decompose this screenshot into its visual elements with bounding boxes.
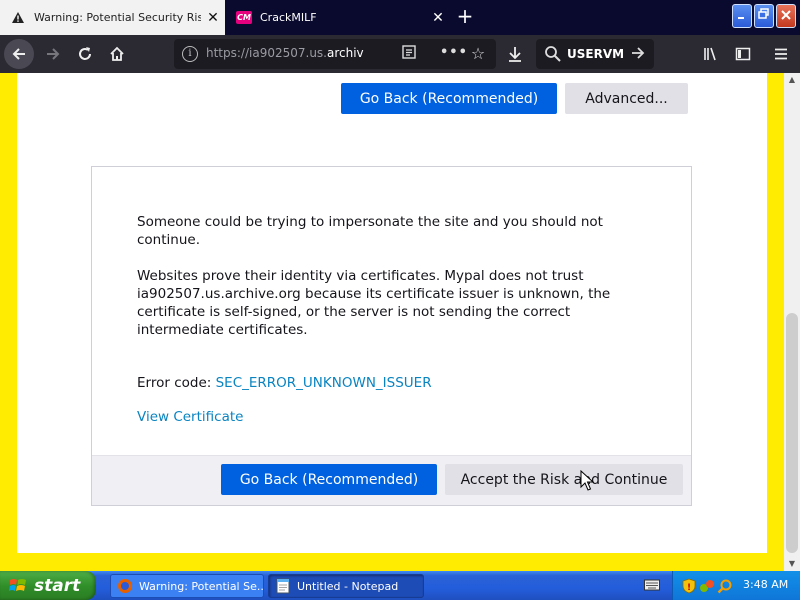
minimize-button[interactable] [732,4,752,28]
error-page: Go Back (Recommended) Advanced... Someon… [17,73,767,553]
url-prefix: https://ia902507.us. [206,46,327,60]
taskbar-item-label: Warning: Potential Se... [139,579,264,593]
taskbar: start Warning: Potential Se... Untitled … [0,571,800,600]
search-bar[interactable]: USERVM [536,39,654,69]
security-shield-icon[interactable]: ! [681,578,697,594]
scroll-up-arrow-icon[interactable]: ▲ [784,73,800,87]
error-code-label: Error code: [137,375,212,391]
windows-logo-icon [9,578,26,591]
menu-button[interactable] [766,39,796,69]
bookmark-star-icon[interactable]: ☆ [468,44,488,64]
go-back-button[interactable]: Go Back (Recommended) [221,464,437,495]
search-input[interactable]: USERVM [567,47,624,61]
start-label: start [34,575,81,596]
tab-title: Warning: Potential Security Risk Ahead [34,11,201,24]
impersonation-warning: Someone could be trying to impersonate t… [137,214,603,248]
start-button[interactable]: start [0,571,96,600]
go-back-button-top[interactable]: Go Back (Recommended) [341,83,557,114]
back-arrow-icon [12,48,25,60]
sidebar-icon [735,47,751,61]
scroll-thumb[interactable] [786,313,798,553]
notepad-icon [276,578,290,594]
restore-button[interactable] [754,4,774,28]
new-tab-button[interactable]: + [453,5,477,29]
accept-risk-button[interactable]: Accept the Risk and Continue [445,464,683,495]
page-scrollbar[interactable]: ▲ ▼ [784,73,800,571]
url-domain: archive [327,46,364,60]
restore-icon [758,8,769,19]
url-text[interactable]: https://ia902507.us.archive [206,46,364,62]
taskbar-item-browser[interactable]: Warning: Potential Se... [110,574,264,598]
mouse-cursor-icon [580,470,594,491]
scroll-down-arrow-icon[interactable]: ▼ [784,557,800,571]
url-bar[interactable]: i https://ia902507.us.archive ••• ☆ [174,39,496,69]
advanced-panel: Someone could be trying to impersonate t… [91,166,692,506]
home-icon [110,46,124,61]
download-icon [509,47,521,62]
taskbar-item-notepad[interactable]: Untitled - Notepad [268,574,424,598]
close-window-button[interactable] [776,4,796,28]
close-tab-icon[interactable]: ✕ [201,10,225,26]
navigation-toolbar: i https://ia902507.us.archive ••• ☆ USER… [0,35,800,73]
tab-title: CrackMILF [260,11,317,24]
back-button[interactable] [4,39,34,69]
search-icon [545,46,561,62]
home-button[interactable] [102,39,132,69]
firefox-icon [118,579,132,593]
library-button[interactable] [696,39,726,69]
tab-strip: Warning: Potential Security Risk Ahead ✕… [0,0,800,35]
system-tray: ! 3:48 AM [672,571,800,600]
keyboard-language-icon[interactable] [644,578,660,592]
panel-footer: Go Back (Recommended) Accept the Risk an… [92,455,691,505]
svg-text:!: ! [687,583,691,593]
forward-button[interactable] [38,39,68,69]
error-code-link[interactable]: SEC_ERROR_UNKNOWN_ISSUER [216,375,432,391]
reload-button[interactable] [70,39,100,69]
reader-view-icon[interactable] [400,45,418,63]
certificate-explanation: Websites prove their identity via certif… [137,268,611,338]
reload-icon [79,47,91,60]
advanced-button[interactable]: Advanced... [565,83,688,114]
favicon-text: CM [236,11,252,24]
forward-arrow-icon [47,48,60,60]
hamburger-menu-icon [775,48,787,60]
clock: 3:48 AM [743,578,789,591]
close-tab-icon[interactable]: ✕ [426,10,450,26]
crackmilf-favicon: CM [236,10,252,26]
network-icon[interactable] [699,578,715,594]
page-actions-icon[interactable]: ••• [440,45,467,63]
close-icon [781,10,791,20]
library-icon [704,47,716,61]
taskbar-item-label: Untitled - Notepad [297,579,399,593]
minimize-icon [738,17,744,19]
tab-security-warning[interactable]: Warning: Potential Security Risk Ahead ✕ [0,0,225,35]
error-code-line: Error code: SEC_ERROR_UNKNOWN_ISSUER [137,375,432,391]
view-certificate-link[interactable]: View Certificate [137,409,243,425]
search-go-icon[interactable] [630,45,646,65]
warning-icon [10,10,26,26]
tray-search-icon[interactable] [717,578,733,594]
page-viewport: Go Back (Recommended) Advanced... Someon… [0,73,784,571]
downloads-button[interactable] [500,39,530,69]
tab-crackmilf[interactable]: CM CrackMILF ✕ [226,0,450,35]
panel-text: Someone could be trying to impersonate t… [137,213,657,357]
site-info-icon[interactable]: i [182,46,198,62]
sidebar-button[interactable] [728,39,758,69]
